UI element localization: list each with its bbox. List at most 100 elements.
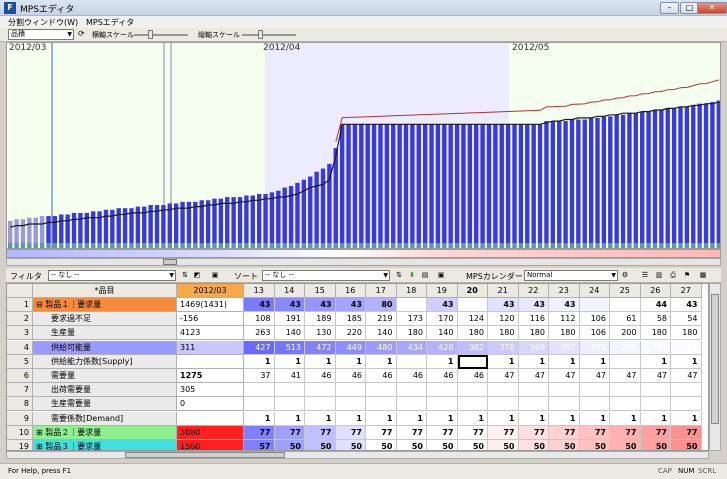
grid-cell[interactable]: 362 <box>549 340 580 355</box>
grid-cell[interactable] <box>488 397 519 412</box>
row-number[interactable]: 1 <box>7 298 33 312</box>
grid-cell[interactable]: 200 <box>610 326 641 341</box>
grid-cell[interactable]: 46 <box>396 369 427 383</box>
grid-cell[interactable]: 1 <box>549 411 580 426</box>
row-total-cell[interactable]: 1469(1431) <box>177 298 244 312</box>
grid-cell[interactable]: 1 <box>274 411 305 426</box>
row-item-name[interactable]: ⊞ 製品２｜要求量 <box>33 425 177 440</box>
grid-cell[interactable]: 43 <box>549 298 580 312</box>
grid-cell[interactable]: 43 <box>274 298 305 312</box>
filter-select[interactable]: -- なし -- ▼ <box>48 270 176 281</box>
filter-clear-icon[interactable]: ◩ <box>192 271 202 280</box>
grid-cell[interactable] <box>579 298 610 312</box>
grid-cell[interactable]: 43 <box>244 298 275 312</box>
save-sort-icon[interactable]: ▣ <box>436 271 446 280</box>
grid-cell[interactable]: 46 <box>457 369 488 383</box>
grid-cell[interactable] <box>396 397 427 412</box>
grid-cell[interactable]: 189 <box>305 312 336 327</box>
grid-hscroll-thumb[interactable] <box>125 452 285 458</box>
grid-cell[interactable]: 321 <box>640 340 671 355</box>
grid-cell[interactable]: 1 <box>488 411 519 426</box>
grid-cell[interactable]: 77 <box>640 425 671 440</box>
grid-cell[interactable]: 180 <box>488 326 519 341</box>
grid-cell[interactable]: 180 <box>640 326 671 341</box>
grid-cell[interactable]: 43 <box>305 298 336 312</box>
grid-cell[interactable]: 77 <box>488 425 519 440</box>
row-total-cell[interactable]: 0 <box>177 397 244 412</box>
grid-cell[interactable]: 46 <box>335 369 366 383</box>
grid-cell[interactable]: 50 <box>366 440 397 450</box>
grid-cell[interactable]: 180 <box>518 326 549 341</box>
grid-cell[interactable] <box>579 397 610 412</box>
grid-cell[interactable]: 1 <box>640 354 671 369</box>
grid-cell[interactable]: 369 <box>518 340 549 355</box>
grid-cell[interactable]: 120 <box>488 312 519 327</box>
grid-cell[interactable]: 61 <box>610 312 641 327</box>
grid-cell[interactable]: 427 <box>244 340 275 355</box>
grid-cell[interactable]: 46 <box>427 369 458 383</box>
grid-cell[interactable]: 77 <box>305 425 336 440</box>
grid-cell[interactable] <box>274 383 305 398</box>
row-number[interactable]: 19 <box>7 440 33 450</box>
grid-cell[interactable]: 173 <box>396 312 427 327</box>
list-icon[interactable]: ☰ <box>640 271 650 280</box>
grid-cell[interactable]: 219 <box>366 312 397 327</box>
grid-cell[interactable]: 58 <box>640 312 671 327</box>
refresh-icon[interactable]: ⟳ <box>78 29 85 38</box>
grid-cell[interactable]: 50 <box>305 440 336 450</box>
grid-cell[interactable] <box>396 354 427 369</box>
row-number[interactable]: 8 <box>7 397 33 412</box>
grid-cell[interactable]: 472 <box>305 340 336 355</box>
grid-cell[interactable]: 263 <box>244 326 275 341</box>
minimize-button[interactable]: – <box>660 2 679 14</box>
grid-cell[interactable]: 106 <box>579 312 610 327</box>
grid-cell[interactable]: 1 <box>671 411 702 426</box>
grid-cell[interactable]: 47 <box>579 369 610 383</box>
row-total-cell[interactable] <box>177 354 244 369</box>
grid-cell[interactable] <box>427 383 458 398</box>
row-number[interactable]: 9 <box>7 411 33 426</box>
grid-cell[interactable]: 108 <box>244 312 275 327</box>
grid-cell[interactable]: 1 <box>274 354 305 369</box>
grid-cell[interactable]: 50 <box>549 440 580 450</box>
grid-cell[interactable]: 191 <box>274 312 305 327</box>
close-button[interactable]: ✕ <box>697 2 727 14</box>
grid-cell[interactable]: 50 <box>640 440 671 450</box>
day-column-header[interactable]: 20 <box>457 284 488 298</box>
grid-cell[interactable]: 434 <box>396 340 427 355</box>
grid-cell[interactable]: 382 <box>457 340 488 355</box>
grid-cell[interactable]: 77 <box>396 425 427 440</box>
grid-cell[interactable]: 1 <box>518 354 549 369</box>
grid-cell[interactable]: 47 <box>488 369 519 383</box>
grid-cell[interactable] <box>335 383 366 398</box>
grid-cell[interactable]: 50 <box>518 440 549 450</box>
chart-scroll-thumb[interactable] <box>163 259 177 265</box>
row-item-name[interactable]: ⊟ 製品１｜要求量 <box>33 298 177 312</box>
grid-cell[interactable]: 77 <box>457 425 488 440</box>
export-icon[interactable]: ▦ <box>698 271 708 280</box>
grid-cell[interactable]: 1 <box>305 411 336 426</box>
day-column-header[interactable]: 26 <box>640 284 671 298</box>
grid-cell[interactable] <box>610 354 641 369</box>
grid-cell[interactable] <box>457 397 488 412</box>
day-column-header[interactable]: 21 <box>488 284 519 298</box>
grid-cell[interactable] <box>244 383 275 398</box>
row-number[interactable]: 10 <box>7 425 33 440</box>
grid-cell[interactable]: 1 <box>366 354 397 369</box>
grid-vscroll-thumb[interactable] <box>711 294 719 424</box>
mode-select[interactable]: 品積 ▼ <box>8 29 74 40</box>
grid-cell[interactable]: 50 <box>457 440 488 450</box>
row-number[interactable]: 3 <box>7 326 33 341</box>
day-column-header[interactable]: 15 <box>305 284 336 298</box>
row-item-name[interactable]: 要求過不足 <box>33 312 177 327</box>
grid-cell[interactable] <box>488 383 519 398</box>
grid-cell[interactable] <box>457 354 488 369</box>
grid-cell[interactable] <box>366 397 397 412</box>
row-total-cell[interactable]: 1560 <box>177 440 244 450</box>
grid-cell[interactable]: 43 <box>671 298 702 312</box>
grid-cell[interactable] <box>671 383 702 398</box>
grid-cell[interactable] <box>610 383 641 398</box>
grid-cell[interactable]: 46 <box>366 369 397 383</box>
day-column-header[interactable]: 25 <box>610 284 641 298</box>
grid-cell[interactable]: 80 <box>366 298 397 312</box>
